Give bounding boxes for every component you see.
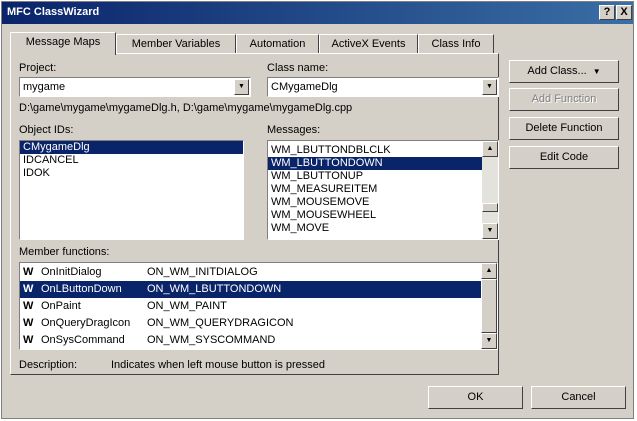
files-path-text: D:\game\mygame\mygameDlg.h, D:\game\myga… — [19, 102, 353, 114]
class-name-combo[interactable]: CMygameDlg ▼ — [267, 77, 499, 97]
close-button[interactable]: X — [616, 5, 632, 20]
help-button[interactable]: ? — [599, 5, 615, 20]
object-id-item[interactable]: IDCANCEL — [20, 154, 243, 167]
delete-function-button[interactable]: Delete Function — [509, 117, 619, 140]
add-class-label: Add Class... — [527, 65, 587, 77]
function-name: OnQueryDragIcon — [41, 317, 131, 329]
function-name: OnLButtonDown — [41, 283, 122, 295]
window-message-badge-icon: W — [23, 334, 34, 346]
message-item[interactable]: WM_MOUSEWHEEL — [268, 209, 482, 222]
project-value: mygame — [23, 81, 66, 93]
object-ids-label: Object IDs: — [19, 124, 74, 136]
function-message: ON_WM_LBUTTONDOWN — [147, 283, 282, 295]
message-item[interactable]: WM_LBUTTONDBLCLK — [268, 144, 482, 157]
message-item[interactable]: WM_LBUTTONDOWN — [268, 157, 482, 170]
member-function-row[interactable]: W OnQueryDragIcon ON_WM_QUERYDRAGICON — [20, 315, 481, 332]
scroll-down-arrow-icon[interactable]: ▼ — [481, 333, 497, 349]
scroll-up-arrow-icon[interactable]: ▲ — [481, 263, 497, 279]
member-functions-label: Member functions: — [19, 246, 110, 258]
messages-scrollbar[interactable]: ▲ ▼ — [482, 141, 498, 239]
scroll-down-arrow-icon[interactable]: ▼ — [482, 223, 498, 239]
dropdown-arrow-icon: ▼ — [592, 67, 601, 76]
object-id-item[interactable]: IDOK — [20, 167, 243, 180]
member-functions-scrollbar[interactable]: ▲ ▼ — [481, 263, 497, 349]
messages-label: Messages: — [267, 124, 321, 136]
window-message-badge-icon: W — [23, 283, 34, 295]
function-name: OnPaint — [41, 300, 81, 312]
object-ids-list[interactable]: CMygameDlg IDCANCEL IDOK — [19, 140, 244, 240]
cancel-button[interactable]: Cancel — [531, 386, 626, 409]
message-maps-panel: Project: mygame ▼ Class name: CMygameDlg… — [10, 53, 499, 375]
function-message: ON_WM_INITDIALOG — [147, 266, 258, 278]
project-combo[interactable]: mygame ▼ — [19, 77, 251, 97]
messages-list[interactable]: WM_LBUTTONDBLCLK WM_LBUTTONDOWN WM_LBUTT… — [267, 140, 499, 240]
description-label: Description: — [19, 359, 78, 371]
member-function-row[interactable]: W OnLButtonDown ON_WM_LBUTTONDOWN — [20, 281, 481, 298]
function-message: ON_WM_PAINT — [147, 300, 227, 312]
tab-message-maps[interactable]: Message Maps — [10, 32, 116, 55]
message-item[interactable]: WM_MOUSEMOVE — [268, 196, 482, 209]
project-dropdown-arrow-icon[interactable]: ▼ — [234, 79, 249, 95]
scroll-up-arrow-icon[interactable]: ▲ — [482, 141, 498, 157]
message-item[interactable]: WM_LBUTTONUP — [268, 170, 482, 183]
window-title: MFC ClassWizard — [7, 6, 100, 18]
function-message: ON_WM_QUERYDRAGICON — [147, 317, 294, 329]
project-label: Project: — [19, 62, 57, 74]
function-name: OnInitDialog — [41, 266, 102, 278]
add-class-button[interactable]: Add Class... ▼ — [509, 60, 619, 83]
title-bar[interactable]: MFC ClassWizard ? X — [2, 2, 633, 24]
member-functions-scroll-thumb[interactable] — [481, 279, 497, 333]
class-name-value: CMygameDlg — [271, 81, 338, 93]
message-item[interactable]: WM_MOVE — [268, 222, 482, 235]
window-message-badge-icon: W — [23, 300, 34, 312]
edit-code-button[interactable]: Edit Code — [509, 146, 619, 169]
classwizard-window: MFC ClassWizard ? X Message Maps Member … — [1, 1, 634, 419]
class-name-dropdown-arrow-icon[interactable]: ▼ — [482, 79, 497, 95]
member-functions-list[interactable]: W OnInitDialog ON_WM_INITDIALOG W OnLBut… — [19, 262, 498, 350]
object-id-item[interactable]: CMygameDlg — [20, 141, 243, 154]
function-name: OnSysCommand — [41, 334, 125, 346]
messages-scroll-thumb[interactable] — [482, 203, 498, 212]
window-message-badge-icon: W — [23, 266, 34, 278]
function-message: ON_WM_SYSCOMMAND — [147, 334, 276, 346]
member-function-row[interactable]: W OnPaint ON_WM_PAINT — [20, 298, 481, 315]
member-function-row[interactable]: W OnSysCommand ON_WM_SYSCOMMAND — [20, 332, 481, 349]
tab-member-variables[interactable]: Member Variables — [116, 34, 236, 54]
member-function-row[interactable]: W OnInitDialog ON_WM_INITDIALOG — [20, 264, 481, 281]
message-item[interactable]: WM_MEASUREITEM — [268, 183, 482, 196]
class-name-label: Class name: — [267, 62, 329, 74]
tab-activex-events[interactable]: ActiveX Events — [319, 34, 418, 54]
window-message-badge-icon: W — [23, 317, 34, 329]
description-text: Indicates when left mouse button is pres… — [111, 359, 326, 371]
tab-automation[interactable]: Automation — [236, 34, 319, 54]
ok-button[interactable]: OK — [428, 386, 523, 409]
add-function-button[interactable]: Add Function — [509, 88, 619, 111]
tab-class-info[interactable]: Class Info — [418, 34, 494, 54]
